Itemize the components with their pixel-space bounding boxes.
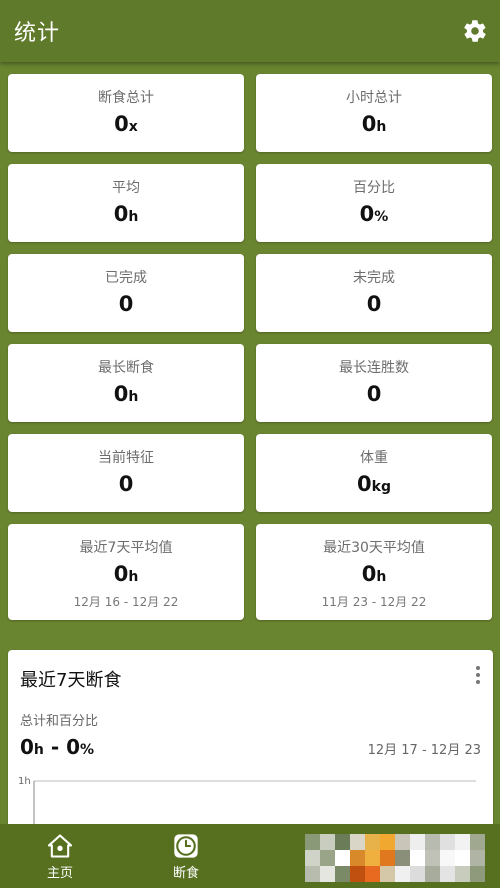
stat-label: 最近30天平均值 [323,540,425,556]
stat-label: 百分比 [353,180,395,196]
stat-card-completed[interactable]: 已完成 0 [8,254,244,332]
stat-card-total-fasts[interactable]: 断食总计 0x [8,74,244,152]
chart-y-tick-label: 1h [18,776,31,787]
stat-value: 0kg [357,472,391,496]
nav-item-fasting[interactable]: 断食 [146,832,226,881]
stat-value: 0h [361,562,387,586]
ad-banner[interactable] [305,834,485,882]
stat-card-30-day-average[interactable]: 最近30天平均值 0h 11月 23 - 12月 22 [256,524,492,620]
more-vert-icon[interactable] [475,666,481,686]
stat-label: 最长断食 [98,360,154,376]
stat-value: 0 [366,382,382,406]
stat-date-range: 12月 16 - 12月 22 [73,595,179,609]
last-7-days-chart-card: 最近7天断食 总计和百分比 0h - 0% 12月 17 - 12月 23 1h [8,650,493,850]
stat-value: 0 [118,292,134,316]
stat-card-total-hours[interactable]: 小时总计 0h [256,74,492,152]
app-bar: 统计 [0,0,500,62]
stat-value: 0h [361,112,387,136]
stat-card-7-day-average[interactable]: 最近7天平均值 0h 12月 16 - 12月 22 [8,524,244,620]
stat-card-current-streak[interactable]: 当前特征 0 [8,434,244,512]
stat-label: 当前特征 [98,450,154,466]
stat-label: 最近7天平均值 [79,540,173,556]
stat-card-longest-fast[interactable]: 最长断食 0h [8,344,244,422]
stat-card-longest-streak[interactable]: 最长连胜数 0 [256,344,492,422]
stat-value: 0h [113,202,139,226]
stat-date-range: 11月 23 - 12月 22 [321,595,427,609]
stat-label: 未完成 [353,270,395,286]
bottom-navigation: 主页 断食 [0,824,500,888]
stat-label: 断食总计 [98,90,154,106]
stat-label: 体重 [360,450,388,466]
chart-subtitle: 总计和百分比 [20,714,99,729]
home-icon [47,834,73,858]
chart-date-range: 12月 17 - 12月 23 [367,743,481,758]
nav-label: 断食 [172,866,199,881]
stat-card-not-completed[interactable]: 未完成 0 [256,254,492,332]
gear-icon[interactable] [462,18,488,44]
nav-label: 主页 [46,866,73,881]
stat-label: 最长连胜数 [339,360,409,376]
stat-value: 0 [366,292,382,316]
stat-value: 0 [118,472,134,496]
stat-label: 已完成 [105,270,147,286]
stat-card-percentage[interactable]: 百分比 0% [256,164,492,242]
stat-card-weight[interactable]: 体重 0kg [256,434,492,512]
chart-card-title: 最近7天断食 [20,670,122,691]
stat-label: 小时总计 [346,90,402,106]
page-title: 统计 [14,21,61,46]
stat-card-average[interactable]: 平均 0h [8,164,244,242]
stat-value: 0h [113,382,139,406]
stat-value: 0h [113,562,139,586]
chart-summary: 0h - 0% [20,735,95,759]
stat-value: 0x [114,112,138,136]
nav-item-home[interactable]: 主页 [20,832,100,881]
stat-label: 平均 [112,180,140,196]
clock-icon [174,834,198,858]
stat-value: 0% [359,202,389,226]
